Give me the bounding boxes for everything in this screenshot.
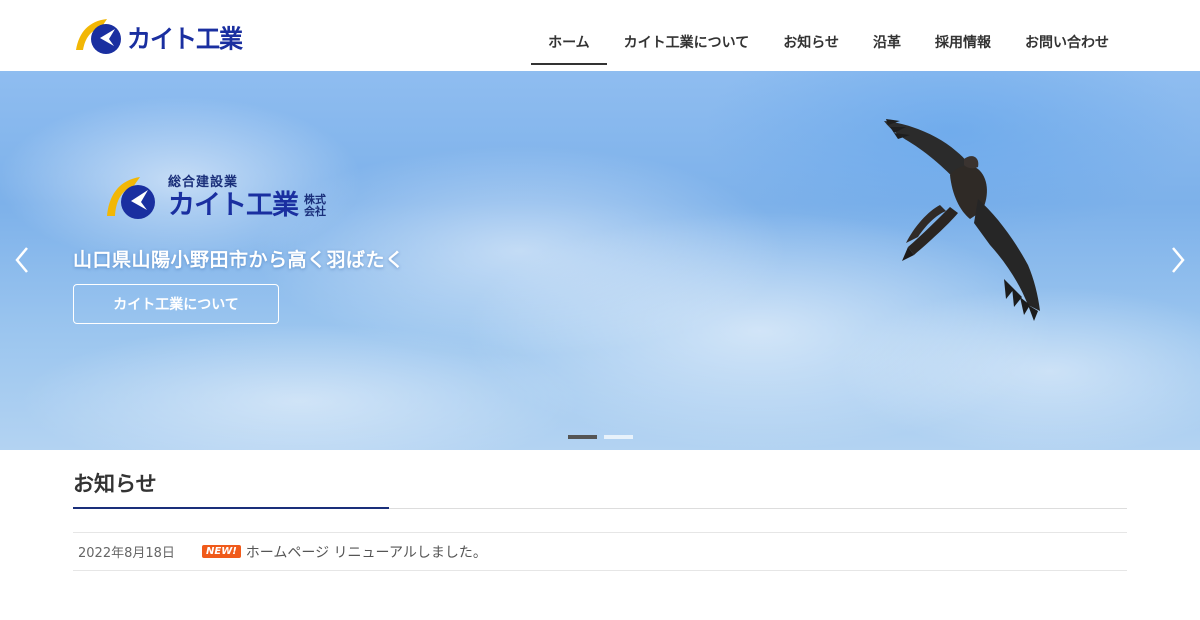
kite-logo-icon [107,177,155,219]
slide-indicators [568,435,633,439]
hero-tagline: 山口県山陽小野田市から高く羽ばたく [73,249,405,271]
news-heading: お知らせ [73,472,157,496]
news-link[interactable]: ホームページ リニューアルしました。 [246,542,487,562]
kite-logo-icon [76,19,121,54]
news-divider-accent [73,507,389,509]
nav-about[interactable]: カイト工業について [607,7,767,65]
hero-logo-suffix: 株式会社 [304,193,326,218]
slide-indicator-2[interactable] [604,435,633,439]
nav-news[interactable]: お知らせ [766,7,856,65]
news-item: 2022年8月18日 NEW! ホームページ リニューアルしました。 [73,532,1127,571]
chevron-left-icon[interactable] [12,245,32,275]
hero-slider: 総合建設業 カイト工業 株式会社 山口県山陽小野田市から高く羽ばたく カイト工業… [0,71,1200,450]
nav-recruit[interactable]: 採用情報 [918,7,1008,65]
logo-text: カイト工業 [127,23,243,54]
hero-logo: 総合建設業 カイト工業 株式会社 [104,174,330,222]
site-header: カイト工業 ホーム カイト工業について お知らせ 沿革 採用情報 お問い合わせ [0,0,1200,71]
main-nav: ホーム カイト工業について お知らせ 沿革 採用情報 お問い合わせ [531,0,1126,71]
nav-history[interactable]: 沿革 [856,7,918,65]
kite-bird-image [884,119,1040,321]
about-button[interactable]: カイト工業について [73,284,279,324]
nav-contact[interactable]: お問い合わせ [1008,7,1126,65]
hero-logo-sub: 総合建設業 [168,175,239,190]
chevron-right-icon[interactable] [1168,245,1188,275]
slide-indicator-1[interactable] [568,435,597,439]
hero-logo-main: カイト工業 [168,190,299,221]
new-badge: NEW! [202,545,241,558]
news-date: 2022年8月18日 [78,546,175,561]
nav-home[interactable]: ホーム [531,7,607,65]
site-logo[interactable]: カイト工業 [73,16,243,56]
